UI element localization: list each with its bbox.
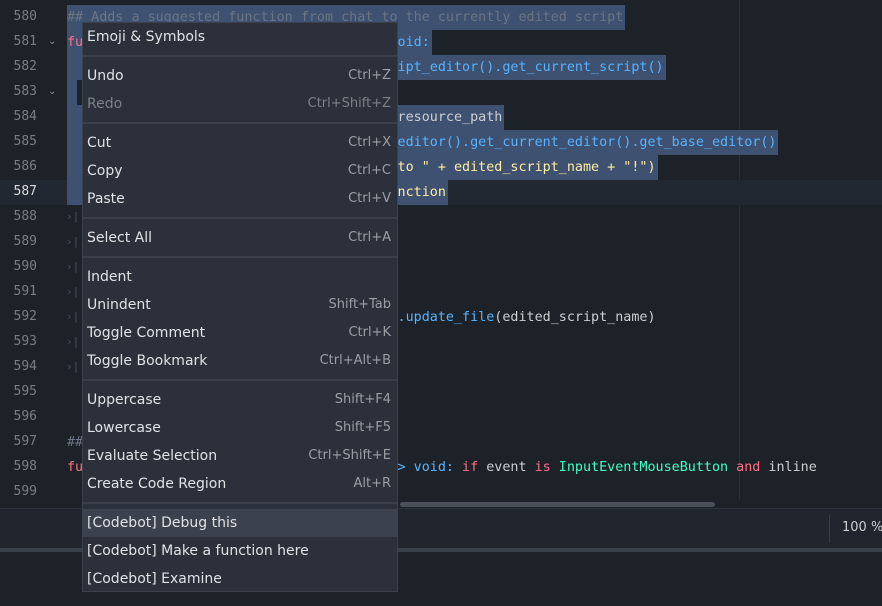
fold-chevron-icon[interactable]: ⌄ [48,86,56,97]
status-separator [829,515,830,543]
menu-item-label: [Codebot] Debug this [87,515,238,531]
line-number: 592 [13,309,37,324]
menu-item-shortcut: Ctrl+X [348,135,391,150]
menu-item-shortcut: Shift+Tab [328,297,391,312]
line-number: 587 [13,184,37,199]
menu-item-label: Cut [87,135,112,151]
menu-item-shortcut: Shift+F4 [334,392,391,407]
menu-item-toggle-comment[interactable]: Toggle Comment Ctrl+K [83,319,397,347]
menu-item-label: Lowercase [87,420,161,436]
menu-item-shortcut: Shift+F5 [334,420,391,435]
menu-item-redo[interactable]: Redo Ctrl+Shift+Z [83,90,397,118]
menu-item-lowercase[interactable]: Lowercase Shift+F5 [83,414,397,442]
menu-item-cut[interactable]: Cut Ctrl+X [83,129,397,157]
fold-chevron-icon[interactable]: ⌄ [48,36,56,47]
line-number: 597 [13,434,37,449]
line-number: 589 [13,234,37,249]
menu-item-shortcut: Ctrl+Shift+Z [307,96,391,111]
zoom-level[interactable]: 100 % [842,520,882,535]
menu-item-label: Create Code Region [87,476,227,492]
code-token: if [462,460,479,475]
code-text [67,80,78,105]
line-number: 583 [13,84,37,99]
code-token: event [478,460,535,475]
menu-item-uppercase[interactable]: Uppercase Shift+F4 [83,386,397,414]
menu-item-shortcut: Ctrl+V [348,191,391,206]
code-token: ## [67,435,84,450]
code-token: fu [67,35,84,50]
code-token: (edited_script_name) [494,310,656,325]
menu-item-label: Copy [87,163,123,179]
line-number: 580 [13,9,37,24]
menu-item-label: Toggle Comment [87,325,206,341]
menu-separator [83,122,397,124]
menu-separator [83,256,397,258]
tab-indicator-icon: ›| [66,285,80,298]
menu-item-codebot-examine[interactable]: [Codebot] Examine [83,565,397,593]
menu-item-label: Toggle Bookmark [87,353,208,369]
line-number: 593 [13,334,37,349]
menu-item-codebot-make-a-function-here[interactable]: [Codebot] Make a function here [83,537,397,565]
line-number: 584 [13,109,37,124]
line-number: 581 [13,34,37,49]
context-menu: Emoji & Symbols Undo Ctrl+Z Redo Ctrl+Shift+… [82,22,398,592]
line-number: 595 [13,384,37,399]
line-number: 590 [13,259,37,274]
line-number: 585 [13,134,37,149]
horizontal-scrollbar-thumb[interactable] [400,502,715,507]
menu-separator [83,379,397,381]
menu-item-label: Evaluate Selection [87,448,218,464]
line-number: 591 [13,284,37,299]
line-number: 594 [13,359,37,374]
code-token: inline [760,460,817,475]
menu-item-codebot-debug-this[interactable]: [Codebot] Debug this [83,509,397,537]
menu-item-indent[interactable]: Indent [83,263,397,291]
line-number: 599 [13,484,37,499]
menu-separator [83,217,397,219]
menu-item-shortcut: Ctrl+C [347,163,391,178]
menu-separator [83,55,397,57]
menu-item-label: [Codebot] Make a function here [87,543,309,559]
menu-item-label: Redo [87,96,123,112]
code-token: -> void: [389,460,463,475]
line-number: 596 [13,409,37,424]
menu-item-emoji-symbols[interactable]: Emoji & Symbols [83,23,397,51]
menu-item-paste[interactable]: Paste Ctrl+V [83,185,397,213]
line-number: 582 [13,59,37,74]
menu-item-label: Select All [87,230,152,246]
menu-item-evaluate-selection[interactable]: Evaluate Selection Ctrl+Shift+E [83,442,397,470]
menu-item-label: Unindent [87,297,151,313]
line-number: 588 [13,209,37,224]
line-number: 586 [13,159,37,174]
menu-item-select-all[interactable]: Select All Ctrl+A [83,224,397,252]
menu-item-label: Undo [87,68,124,84]
menu-item-label: Emoji & Symbols [87,29,206,45]
code-token: is [534,460,551,475]
menu-item-copy[interactable]: Copy Ctrl+C [83,157,397,185]
menu-item-shortcut: Alt+R [353,476,391,491]
code-token: and [736,460,761,475]
menu-item-label: Uppercase [87,392,162,408]
menu-item-label: Paste [87,191,125,207]
menu-item-toggle-bookmark[interactable]: Toggle Bookmark Ctrl+Alt+B [83,347,397,375]
menu-item-undo[interactable]: Undo Ctrl+Z [83,62,397,90]
code-token: fu [67,460,84,475]
menu-item-unindent[interactable]: Unindent Shift+Tab [83,291,397,319]
menu-item-create-code-region[interactable]: Create Code Region Alt+R [83,470,397,498]
tab-indicator-icon: ›| [66,360,80,373]
menu-item-label: [Codebot] Examine [87,571,222,587]
menu-item-shortcut: Ctrl+A [348,230,391,245]
menu-item-shortcut: Ctrl+Z [348,68,391,83]
menu-separator [83,502,397,504]
code-text: ## [67,430,83,455]
menu-item-shortcut: Ctrl+K [348,325,391,340]
line-number: 598 [13,459,37,474]
menu-item-shortcut: Ctrl+Alt+B [319,353,391,368]
code-token: InputEventMouseButton [558,460,729,475]
menu-item-shortcut: Ctrl+Shift+E [308,448,391,463]
menu-item-label: Indent [87,269,132,285]
